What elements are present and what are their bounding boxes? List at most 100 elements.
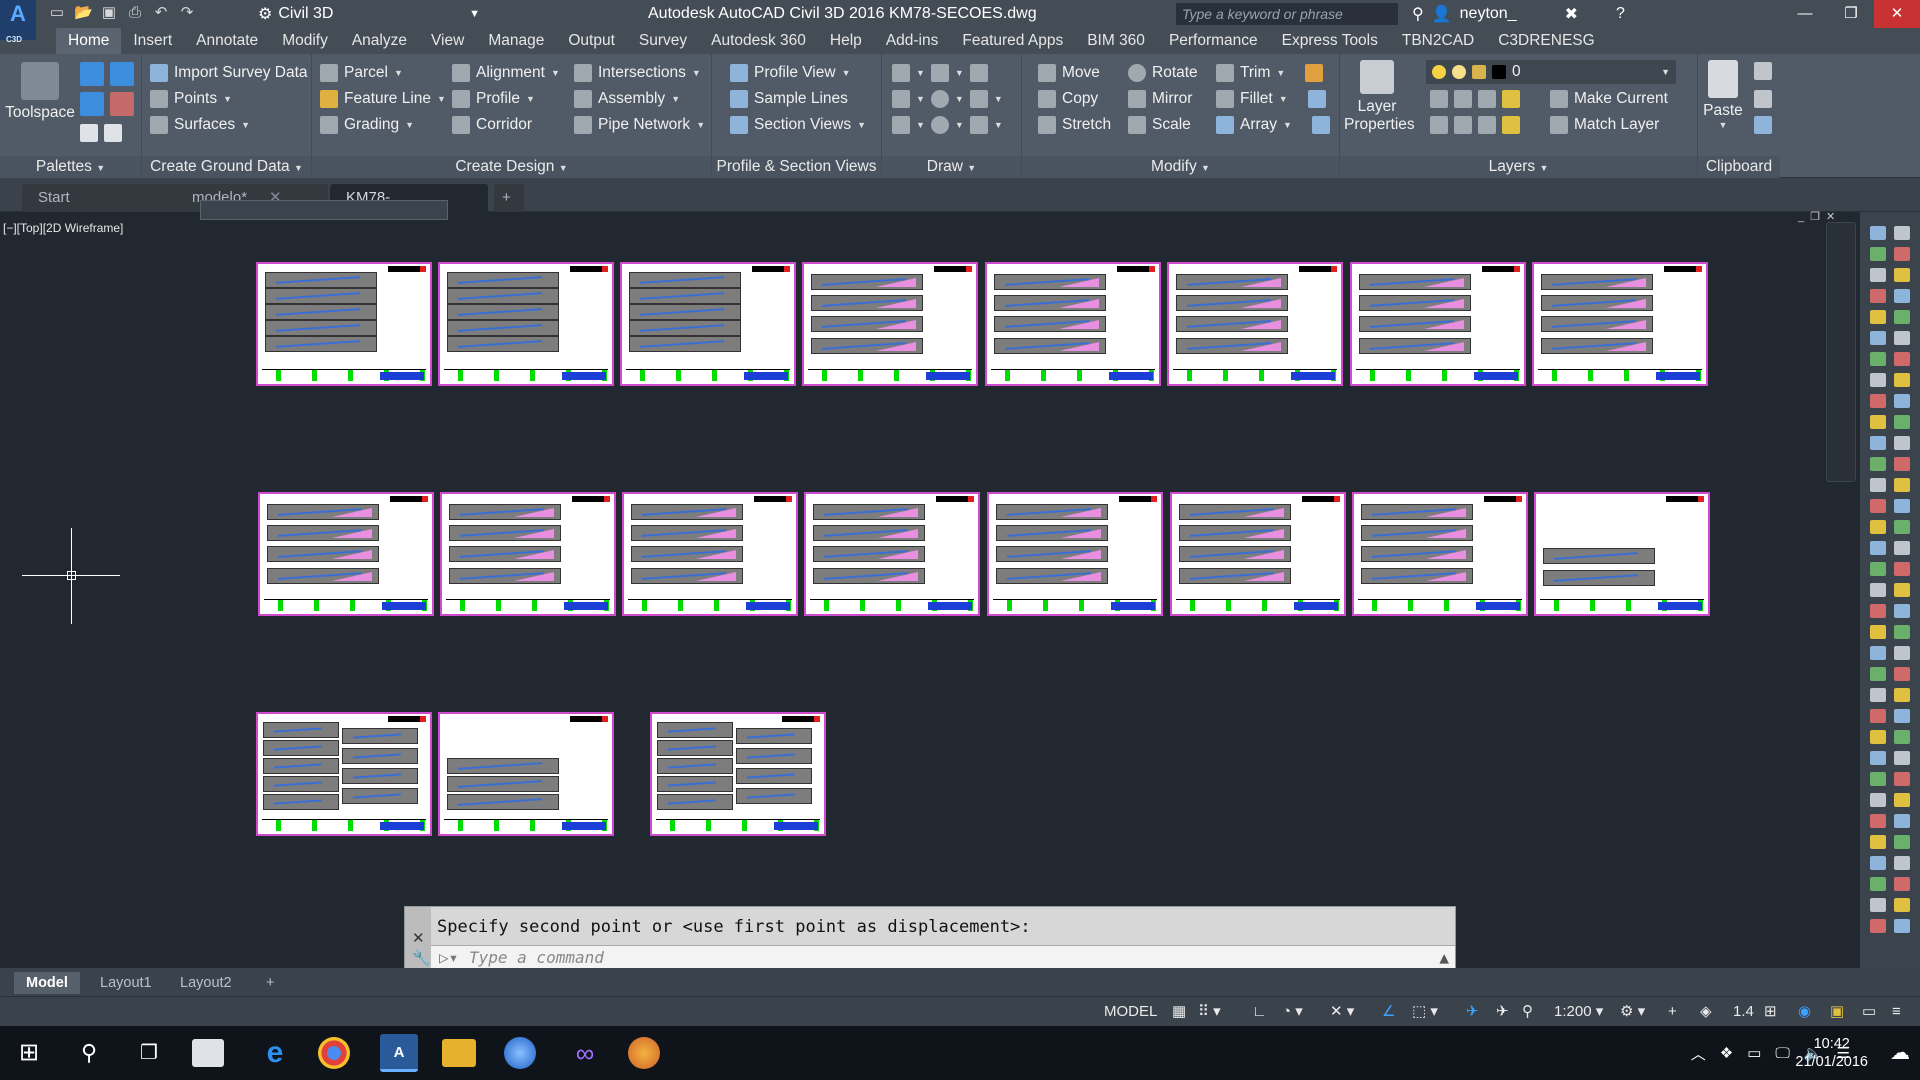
layer-freeze-icon[interactable] bbox=[1478, 90, 1496, 108]
palette-tool-icon[interactable] bbox=[1894, 268, 1910, 282]
isolate-icon[interactable]: ◉ bbox=[1798, 1001, 1811, 1023]
palette-tool-icon[interactable] bbox=[1894, 772, 1910, 786]
palette-tool-icon[interactable] bbox=[1894, 583, 1910, 597]
dropbox-icon[interactable]: ❖ bbox=[1720, 1044, 1733, 1062]
palette-tool-icon[interactable] bbox=[1870, 331, 1886, 345]
circle-icon[interactable] bbox=[930, 90, 949, 108]
otrack-icon[interactable]: ⬚ ▾ bbox=[1412, 1001, 1438, 1023]
isodraft-icon[interactable]: ✕ ▾ bbox=[1330, 1001, 1354, 1023]
scale-button[interactable]: Scale bbox=[1128, 116, 1191, 134]
tab-model[interactable]: Model bbox=[14, 972, 80, 994]
file-explorer-icon[interactable] bbox=[442, 1039, 476, 1067]
palette-tool-icon[interactable] bbox=[1894, 751, 1910, 765]
layout-sheet-thumbnail[interactable] bbox=[438, 262, 614, 386]
layout-sheet-thumbnail[interactable] bbox=[650, 712, 826, 836]
palette-tool-icon[interactable] bbox=[1870, 247, 1886, 261]
plus-icon[interactable]: + bbox=[1668, 1001, 1677, 1023]
layout-sheet-thumbnail[interactable] bbox=[1350, 262, 1526, 386]
annotation-scale-icon[interactable]: ⚲ bbox=[1522, 1001, 1533, 1023]
palette-tool-icon[interactable] bbox=[1894, 226, 1910, 240]
palettes-panel-title[interactable]: Palettes ▼ bbox=[0, 156, 141, 178]
properties-icon[interactable] bbox=[80, 124, 98, 142]
palette-tool-icon[interactable] bbox=[1894, 667, 1910, 681]
assembly-button[interactable]: Assembly ▼ bbox=[574, 90, 680, 108]
mail-icon[interactable] bbox=[192, 1039, 224, 1067]
add-layout-button[interactable]: + bbox=[254, 972, 286, 994]
chevron-up-icon[interactable]: ︿ bbox=[1691, 1043, 1706, 1064]
autocad-logo-icon[interactable]: A C3D bbox=[0, 0, 36, 44]
palette-tool-icon[interactable] bbox=[1870, 730, 1886, 744]
tab-home[interactable]: Home bbox=[56, 28, 122, 54]
rotate-button[interactable]: Rotate bbox=[1128, 64, 1198, 82]
layout-sheet-thumbnail[interactable] bbox=[985, 262, 1161, 386]
tab-featured-apps[interactable]: Featured Apps bbox=[950, 28, 1075, 54]
layer-thaw-icon[interactable] bbox=[1478, 116, 1496, 134]
workspace-gear-icon[interactable]: ⚙ ▾ bbox=[1620, 1001, 1645, 1023]
mirror-button[interactable]: Mirror bbox=[1128, 90, 1192, 108]
layout-sheet-thumbnail[interactable] bbox=[1167, 262, 1343, 386]
layout-sheet-thumbnail[interactable] bbox=[804, 492, 980, 616]
modify-panel-title[interactable]: Modify ▼ bbox=[1022, 156, 1339, 178]
offset-icon[interactable] bbox=[1311, 116, 1330, 134]
layer-unisolate-icon[interactable] bbox=[1454, 116, 1472, 134]
move-button[interactable]: Move bbox=[1038, 64, 1100, 82]
graphics-icon[interactable]: ⊞ bbox=[1764, 1001, 1777, 1023]
palette-tool-icon[interactable] bbox=[1894, 898, 1910, 912]
stretch-button[interactable]: Stretch bbox=[1038, 116, 1111, 134]
tab-layout1[interactable]: Layout1 bbox=[88, 972, 164, 994]
palette-tool-icon[interactable] bbox=[1894, 541, 1910, 555]
network-icon[interactable]: 🖵 bbox=[1775, 1045, 1789, 1062]
palette-tool-icon[interactable] bbox=[1870, 520, 1886, 534]
palette-tool-icon[interactable] bbox=[1870, 394, 1886, 408]
profile-button[interactable]: Profile ▼ bbox=[452, 90, 535, 108]
palette-tool-icon[interactable] bbox=[1870, 751, 1886, 765]
tab-tbn2cad[interactable]: TBN2CAD bbox=[1390, 28, 1486, 54]
palette-tool-icon[interactable] bbox=[1870, 352, 1886, 366]
tab-bim-360[interactable]: BIM 360 bbox=[1075, 28, 1157, 54]
layout-sheet-thumbnail[interactable] bbox=[1352, 492, 1528, 616]
palette-tool-icon[interactable] bbox=[1870, 415, 1886, 429]
layout-sheet-thumbnail[interactable] bbox=[1534, 492, 1710, 616]
layer-isolate-icon[interactable] bbox=[1454, 90, 1472, 108]
palette-tool-icon[interactable] bbox=[1894, 793, 1910, 807]
tab-add-ins[interactable]: Add-ins bbox=[874, 28, 951, 54]
hardware-acceleration-icon[interactable]: ▣ bbox=[1830, 1001, 1844, 1023]
layout-sheet-thumbnail[interactable] bbox=[1532, 262, 1708, 386]
osnap-icon[interactable]: ∠ bbox=[1382, 1001, 1395, 1023]
ortho-icon[interactable]: ∟ bbox=[1252, 1001, 1267, 1023]
weather-icon[interactable]: ☁ bbox=[1890, 1040, 1910, 1065]
array-button[interactable]: Array ▼ bbox=[1216, 116, 1330, 134]
palette-tool-icon[interactable] bbox=[1894, 688, 1910, 702]
customization-icon[interactable]: ≡ bbox=[1892, 1001, 1901, 1023]
profile-view-button[interactable]: Profile View ▼ bbox=[730, 64, 850, 82]
palette-tool-icon[interactable] bbox=[1870, 667, 1886, 681]
trim-button[interactable]: Trim ▼ bbox=[1216, 64, 1324, 82]
palette-tool-icon[interactable] bbox=[1894, 562, 1910, 576]
palette-tool-icon[interactable] bbox=[1894, 520, 1910, 534]
tab-output[interactable]: Output bbox=[556, 28, 627, 54]
tab-analyze[interactable]: Analyze bbox=[340, 28, 419, 54]
close-icon[interactable]: ✕ bbox=[1874, 0, 1920, 28]
battery-icon[interactable]: ▭ bbox=[1747, 1044, 1761, 1062]
palette-tool-icon[interactable] bbox=[1894, 856, 1910, 870]
survey-icon[interactable] bbox=[80, 92, 104, 116]
layout-sheet-thumbnail[interactable] bbox=[256, 712, 432, 836]
ellipse-icon[interactable] bbox=[930, 116, 949, 134]
palette-tool-icon[interactable] bbox=[1870, 226, 1886, 240]
section-views-button[interactable]: Section Views ▼ bbox=[730, 116, 866, 134]
layout-sheet-thumbnail[interactable] bbox=[987, 492, 1163, 616]
redo-icon[interactable]: ↷ bbox=[178, 4, 196, 22]
corridor-button[interactable]: Corridor bbox=[452, 116, 532, 134]
palette-tool-icon[interactable] bbox=[1894, 415, 1910, 429]
palette-tool-icon[interactable] bbox=[1870, 793, 1886, 807]
user-menu[interactable]: ⚲ 👤 neyton_ ✖? bbox=[1412, 4, 1625, 24]
tab-modify[interactable]: Modify bbox=[270, 28, 340, 54]
drawing-viewport[interactable]: [−][Top][2D Wireframe] _❐✕ bbox=[0, 200, 1860, 968]
undo-icon[interactable]: ↶ bbox=[152, 4, 170, 22]
make-current-button[interactable]: Make Current bbox=[1550, 90, 1668, 108]
prospector-icon[interactable] bbox=[80, 62, 104, 86]
spline-icon[interactable] bbox=[892, 116, 910, 134]
arc-icon[interactable] bbox=[969, 64, 988, 82]
toolspace-button[interactable]: Toolspace bbox=[4, 62, 76, 122]
layer-off-icon[interactable] bbox=[1430, 90, 1448, 108]
